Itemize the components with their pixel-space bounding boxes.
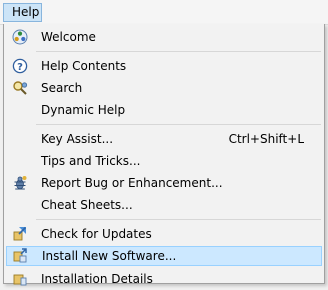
menu-item-report-bug[interactable]: Report Bug or Enhancement... [6,173,322,193]
menu-item-label: Search [41,81,83,95]
menu-item-help-contents[interactable]: ? Help Contents [6,56,322,76]
menu-item-key-assist[interactable]: Key Assist... Ctrl+Shift+L [6,129,322,149]
menu-bar: Help [0,0,328,25]
menu-separator [36,219,321,220]
menu-item-label: Install New Software... [42,249,177,263]
menu-item-label: Check for Updates [41,227,152,241]
update-icon [12,226,28,242]
menu-item-label: Welcome [41,30,96,44]
help-contents-icon: ? [12,58,28,74]
menu-item-dynamic-help[interactable]: Dynamic Help [6,100,322,120]
menu-item-shortcut: Ctrl+Shift+L [228,132,304,146]
welcome-icon [12,29,28,45]
menu-item-install-new-software[interactable]: Install New Software... [6,246,322,266]
menu-item-installation-details[interactable]: Installation Details [6,269,322,289]
menu-separator [36,51,321,52]
installation-details-icon [12,271,28,287]
menu-item-check-for-updates[interactable]: Check for Updates [6,224,322,244]
menu-item-search[interactable]: Search [6,78,322,98]
menu-item-cheat-sheets[interactable]: Cheat Sheets... [6,195,322,215]
help-menu[interactable]: Help [3,3,42,22]
menu-item-label: Help Contents [41,59,127,73]
search-icon [12,80,28,96]
install-software-icon [12,248,28,264]
help-dropdown-menu: Welcome ? Help Contents Search Dynamic H… [3,24,325,286]
menu-separator [36,124,321,125]
menu-item-tips-and-tricks[interactable]: Tips and Tricks... [6,151,322,171]
menu-item-welcome[interactable]: Welcome [6,27,322,47]
menu-item-label: Report Bug or Enhancement... [41,176,223,190]
menu-item-label: Installation Details [41,272,153,286]
svg-text:?: ? [17,62,23,73]
bug-report-icon [12,175,28,191]
menu-item-label: Tips and Tricks... [41,154,141,168]
menu-item-label: Key Assist... [41,132,114,146]
menu-item-label: Cheat Sheets... [41,198,133,212]
menu-item-label: Dynamic Help [41,103,126,117]
